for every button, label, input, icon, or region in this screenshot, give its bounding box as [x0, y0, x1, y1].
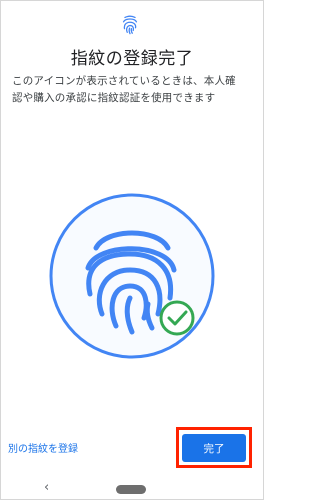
check-circle-icon: [159, 300, 195, 336]
done-button[interactable]: 完了: [182, 434, 246, 462]
description-line: 認や購入の承認に指紋認証を使用できます: [12, 92, 216, 104]
description-line: このアイコンが表示されているときは、本人確: [12, 75, 236, 87]
page-title: 指紋の登録完了: [70, 49, 194, 69]
back-button[interactable]: ‹: [44, 480, 49, 495]
done-button-highlight: 完了: [176, 427, 252, 468]
fingerprint-illustration: [49, 193, 215, 359]
home-button[interactable]: [116, 485, 146, 494]
description-text: このアイコンが表示されているときは、本人確 認や購入の承認に指紋認証を使用できま…: [12, 73, 254, 107]
navigation-bar: ‹: [0, 478, 264, 500]
add-another-fingerprint-link[interactable]: 別の指紋を登録: [8, 440, 78, 455]
fingerprint-icon: [122, 15, 138, 35]
